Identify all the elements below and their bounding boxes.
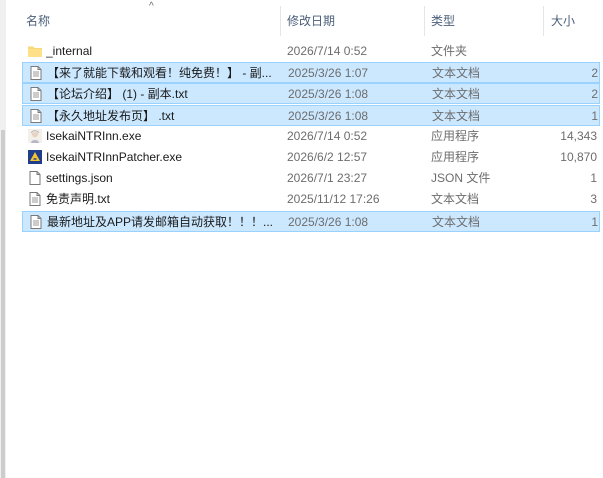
file-name: 【来了就能下载和观看！纯免费！】 - 副... [47,66,272,81]
file-date-modified: 2025/3/26 1:07 [288,66,369,81]
file-row[interactable]: 【来了就能下载和观看！纯免费！】 - 副... 2025/3/26 1:07 文本文… [22,62,600,84]
file-name: 免责声明.txt [46,192,111,207]
file-row[interactable]: IsekaiNTRInnPatcher.exe 2026/6/2 12:57 应用程… [22,147,600,168]
file-row[interactable]: 免责声明.txt 2025/11/12 17:26 文本文档 3 [22,189,600,210]
file-type: 文本文档 [432,108,481,123]
file-type: 应用程序 [431,128,480,143]
file-type: 应用程序 [431,150,480,164]
file-row[interactable]: IsekaiNTRInn.exe 2026/7/14 0:52 应用程序 14,343 [22,126,600,147]
file-size: 3 [590,192,597,207]
left-scrollbar[interactable] [0,0,6,478]
column-name[interactable]: 名称 [26,0,50,40]
file-date-modified: 2025/11/12 17:26 [287,192,380,207]
file-name: _internal [46,44,93,58]
file-size: 2 [591,66,598,81]
file-date-modified: 2026/7/14 0:52 [287,128,368,143]
text-file-icon [28,214,44,230]
scrollbar-thumb[interactable] [1,130,5,478]
file-date-modified: 2025/3/26 1:08 [288,214,369,229]
file-name: settings.json [46,171,113,186]
file-size: 1 [591,108,598,123]
file-size: 1 [590,171,597,186]
json-file-icon [27,170,43,186]
file-row[interactable]: 最新地址及APP请发邮箱自动获取！！！... 2025/3/26 1:08 文本文档… [22,210,600,232]
file-type: JSON 文件 [431,171,491,186]
file-size: 14,343 [560,128,597,143]
file-row[interactable]: settings.json 2026/7/1 23:27 JSON 文件 1 [22,168,600,189]
file-date-modified: 2026/7/1 23:27 [287,171,368,186]
text-file-icon [27,191,43,207]
file-type: 文本文档 [432,214,481,229]
app-character-icon [27,128,43,144]
file-name: 最新地址及APP请发邮箱自动获取！！！... [47,214,274,229]
file-name: 【论坛介绍】 (1) - 副本.txt [47,87,188,102]
patcher-app-icon [27,149,43,165]
file-name: IsekaiNTRInnPatcher.exe [46,150,183,164]
file-row[interactable]: _internal 2026/7/14 0:52 文件夹 [22,41,600,62]
file-type: 文本文档 [432,87,481,102]
file-date-modified: 2026/6/2 12:57 [287,150,368,164]
file-size: 2 [591,87,598,102]
text-file-icon [28,86,44,102]
file-date-modified: 2025/3/26 1:08 [288,87,369,102]
file-type: 文件夹 [431,44,468,58]
file-type: 文本文档 [432,66,481,81]
file-name: IsekaiNTRInn.exe [46,128,142,143]
file-date-modified: 2025/3/26 1:08 [288,108,369,123]
file-type: 文本文档 [431,192,480,207]
file-row[interactable]: 【永久地址发布页】 .txt 2025/3/26 1:08 文本文档 1 [22,104,600,126]
column-header: ^ 名称 修改日期 类型 大小 [6,0,603,40]
folder-icon [27,43,43,59]
file-size: 10,870 [560,150,597,164]
column-divider[interactable] [543,6,544,36]
sort-ascending-icon: ^ [149,1,154,12]
file-row[interactable]: 【论坛介绍】 (1) - 副本.txt 2025/3/26 1:08 文本文档 2 [22,83,600,105]
text-file-icon [28,108,44,124]
column-divider[interactable] [280,6,281,36]
text-file-icon [28,65,44,81]
column-type[interactable]: 类型 [431,0,455,40]
file-date-modified: 2026/7/14 0:52 [287,44,368,58]
file-name: 【永久地址发布页】 .txt [47,108,175,123]
column-date-modified[interactable]: 修改日期 [287,0,335,40]
column-size[interactable]: 大小 [551,0,575,40]
column-divider[interactable] [424,6,425,36]
file-size: 1 [591,214,598,229]
